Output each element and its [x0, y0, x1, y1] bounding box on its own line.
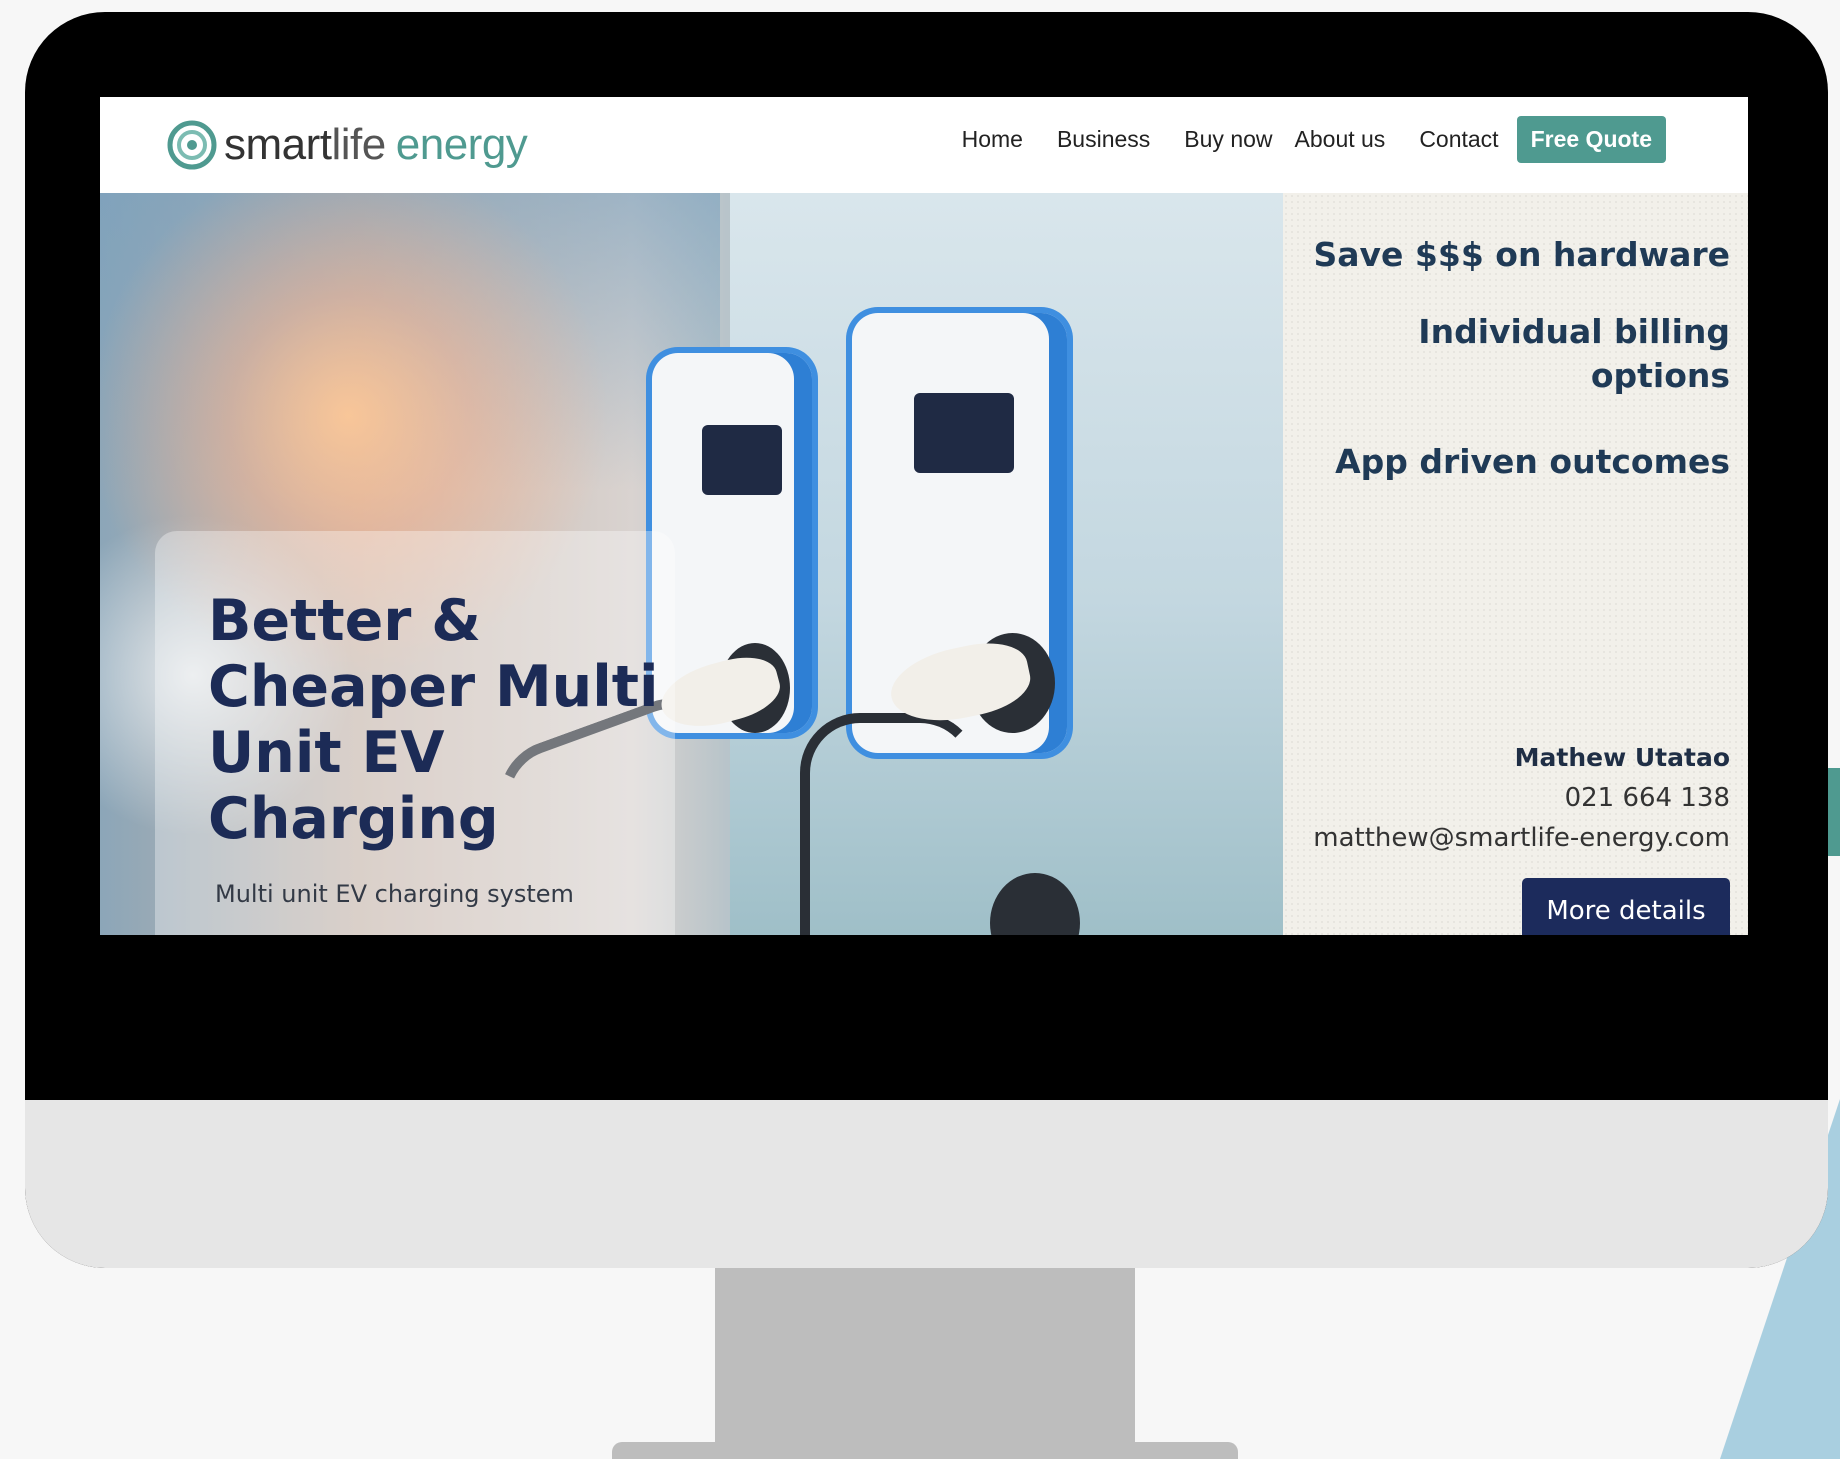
nav-about-us[interactable]: About us [1295, 126, 1386, 153]
nav-buy-now[interactable]: Buy now [1184, 126, 1272, 153]
nav-business[interactable]: Business [1057, 126, 1150, 153]
hero-title: Better & Cheaper Multi Unit EV Charging [208, 588, 659, 852]
rfid-pad-icon [702, 425, 782, 495]
logo-text-life: life [331, 120, 387, 169]
nav-contact[interactable]: Contact [1419, 126, 1498, 153]
background-accent-tab [1826, 768, 1840, 856]
logo-wordmark: smartlife energy [224, 120, 528, 170]
hero-image: Better & Cheaper Multi Unit EV Charging … [100, 193, 1283, 935]
monitor-frame: smartlife energy Home Business Buy now Ab… [25, 12, 1828, 1268]
charging-cable-right [800, 713, 980, 935]
monitor-stand [715, 1268, 1135, 1450]
monitor-chin [25, 1100, 1828, 1268]
logo-text-smart: smart [224, 120, 332, 169]
rfid-pad-icon-2 [914, 393, 1014, 473]
contact-phone[interactable]: 021 664 138 [1565, 783, 1730, 813]
swirl-logo-icon [167, 120, 217, 170]
feature-app-driven: App driven outcomes [1335, 442, 1730, 481]
monitor-stand-foot [612, 1442, 1238, 1459]
logo-text-energy: energy [395, 120, 528, 169]
hero-subtitle: Multi unit EV charging system [215, 880, 574, 908]
more-details-button[interactable]: More details [1522, 878, 1730, 935]
site-logo[interactable]: smartlife energy [166, 113, 528, 177]
contact-name: Mathew Utatao [1514, 743, 1730, 772]
site-header: smartlife energy Home Business Buy now Ab… [100, 97, 1748, 193]
free-quote-button[interactable]: Free Quote [1516, 115, 1666, 163]
website-screen: smartlife energy Home Business Buy now Ab… [100, 97, 1748, 935]
contact-email[interactable]: matthew@smartlife-energy.com [1313, 823, 1730, 853]
info-panel: Save $$$ on hardware Individual billing … [1283, 193, 1748, 935]
main-nav: Home Business Buy now About us Contact F… [962, 115, 1666, 163]
nav-home[interactable]: Home [962, 126, 1023, 153]
feature-save-hardware: Save $$$ on hardware [1313, 235, 1730, 274]
feature-individual-billing: Individual billing options [1418, 312, 1730, 395]
